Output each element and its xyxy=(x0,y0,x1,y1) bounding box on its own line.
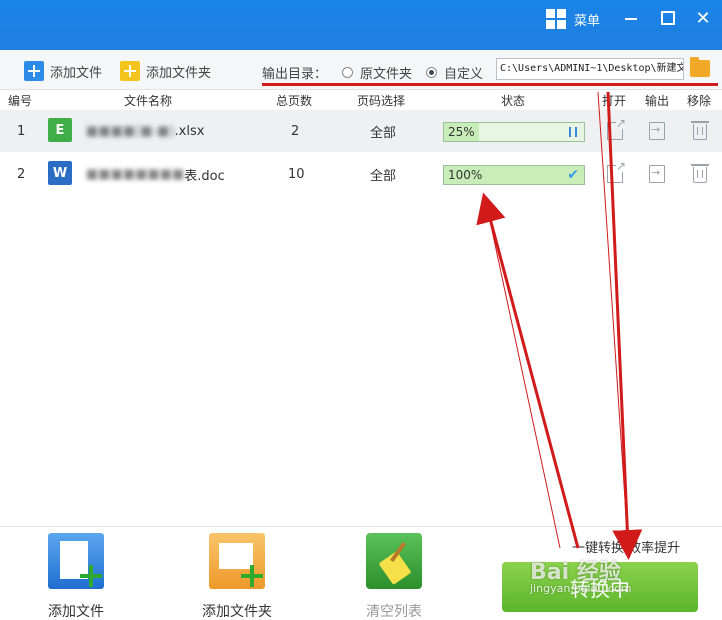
header-name: 文件名称 xyxy=(124,94,173,108)
annotation-underline xyxy=(262,83,718,86)
status-progress: 25% xyxy=(443,122,585,142)
file-name: ■■■■■■■■ 表.doc xyxy=(86,153,225,195)
browse-folder-icon[interactable] xyxy=(690,57,710,77)
table-row[interactable]: 1 E ■■■■(■-■) .xlsx 2 全部 25% xyxy=(0,110,722,152)
annotation-arrow-status xyxy=(476,192,580,549)
page-select[interactable]: 全部 xyxy=(370,153,396,195)
radio-original-label: 原文件夹 xyxy=(360,67,413,82)
open-file-icon[interactable] xyxy=(607,160,626,183)
radio-custom-folder[interactable]: 自定义 xyxy=(426,63,483,82)
table-header: 编号 文件名称 总页数 页码选择 状态 打开 输出 移除 xyxy=(0,90,722,110)
menu-button[interactable]: 菜单 xyxy=(546,8,600,30)
file-name: ■■■■(■-■) .xlsx xyxy=(86,110,204,152)
bottom-add-folder-button[interactable]: 添加文件夹 xyxy=(202,533,272,620)
page-select[interactable]: 全部 xyxy=(370,110,396,152)
title-bar: 菜单 ✕ xyxy=(0,0,722,50)
file-name-redacted: ■■■■(■-■) xyxy=(86,123,175,139)
header-pages: 总页数 xyxy=(276,94,313,108)
add-file-large-icon xyxy=(48,533,104,589)
table-row[interactable]: 2 W ■■■■■■■■ 表.doc 10 全部 100% ✔ xyxy=(0,153,722,195)
minimize-button[interactable] xyxy=(619,6,643,30)
header-page-select: 页码选择 xyxy=(357,94,406,108)
status-text: 25% xyxy=(448,125,475,139)
trash-icon[interactable] xyxy=(691,121,709,140)
page-count: 2 xyxy=(291,123,300,139)
menu-label: 菜单 xyxy=(574,13,601,29)
output-file-icon[interactable] xyxy=(649,122,665,140)
radio-custom-label: 自定义 xyxy=(444,67,484,82)
convert-button[interactable]: 转换中 xyxy=(502,562,698,612)
trash-icon[interactable] xyxy=(691,164,709,183)
output-dir-label: 输出目录： xyxy=(262,67,328,82)
output-path-field[interactable]: C:\Users\ADMINI~1\Desktop\新建文 xyxy=(496,58,684,80)
bottom-add-folder-label: 添加文件夹 xyxy=(202,604,272,620)
toolbar-add-file-button[interactable]: 添加文件 xyxy=(24,60,102,82)
header-output: 输出 xyxy=(645,94,670,108)
pause-icon[interactable] xyxy=(569,127,577,137)
add-folder-icon xyxy=(120,61,140,81)
file-name-ext: 表.doc xyxy=(184,168,225,184)
broom-icon xyxy=(366,533,422,589)
convert-label: 转换中 xyxy=(570,576,630,601)
file-name-ext: .xlsx xyxy=(174,123,205,139)
clear-list-button[interactable]: 清空列表 xyxy=(366,533,422,620)
bottom-bar: 添加文件 添加文件夹 清空列表 一键转换 效率提升 转换中 xyxy=(0,526,722,620)
row-index: 1 xyxy=(17,123,26,139)
add-folder-large-icon xyxy=(209,533,265,589)
maximize-button[interactable] xyxy=(656,6,680,30)
bottom-add-file-label: 添加文件 xyxy=(48,604,104,620)
check-icon: ✔ xyxy=(567,167,579,183)
close-icon: ✕ xyxy=(695,7,711,29)
toolbar-add-folder-button[interactable]: 添加文件夹 xyxy=(120,60,211,82)
add-file-icon xyxy=(24,61,44,81)
bottom-add-file-button[interactable]: 添加文件 xyxy=(48,533,104,620)
toolbar-add-folder-label: 添加文件夹 xyxy=(146,65,212,81)
header-index: 编号 xyxy=(8,94,33,108)
file-name-redacted: ■■■■■■■■ xyxy=(86,166,185,182)
menu-grid-icon xyxy=(546,9,566,29)
page-count: 10 xyxy=(288,166,305,182)
status-text: 100% xyxy=(448,168,483,182)
output-file-icon[interactable] xyxy=(649,165,665,183)
slogan-text: 一键转换 效率提升 xyxy=(572,541,681,556)
radio-original-indicator xyxy=(342,67,353,78)
annotation-arrow-status-thin xyxy=(486,206,561,549)
close-button[interactable]: ✕ xyxy=(691,6,715,30)
open-file-icon[interactable] xyxy=(607,117,626,140)
word-file-icon: W xyxy=(48,161,72,185)
status-progress: 100% ✔ xyxy=(443,165,585,185)
excel-file-icon: E xyxy=(48,118,72,142)
radio-original-folder[interactable]: 原文件夹 xyxy=(342,63,412,82)
header-remove: 移除 xyxy=(687,94,712,108)
radio-custom-indicator xyxy=(426,67,437,78)
row-index: 2 xyxy=(17,166,26,182)
header-open: 打开 xyxy=(602,94,627,108)
toolbar-add-file-label: 添加文件 xyxy=(50,65,103,81)
clear-list-label: 清空列表 xyxy=(366,604,422,620)
header-status: 状态 xyxy=(501,94,526,108)
